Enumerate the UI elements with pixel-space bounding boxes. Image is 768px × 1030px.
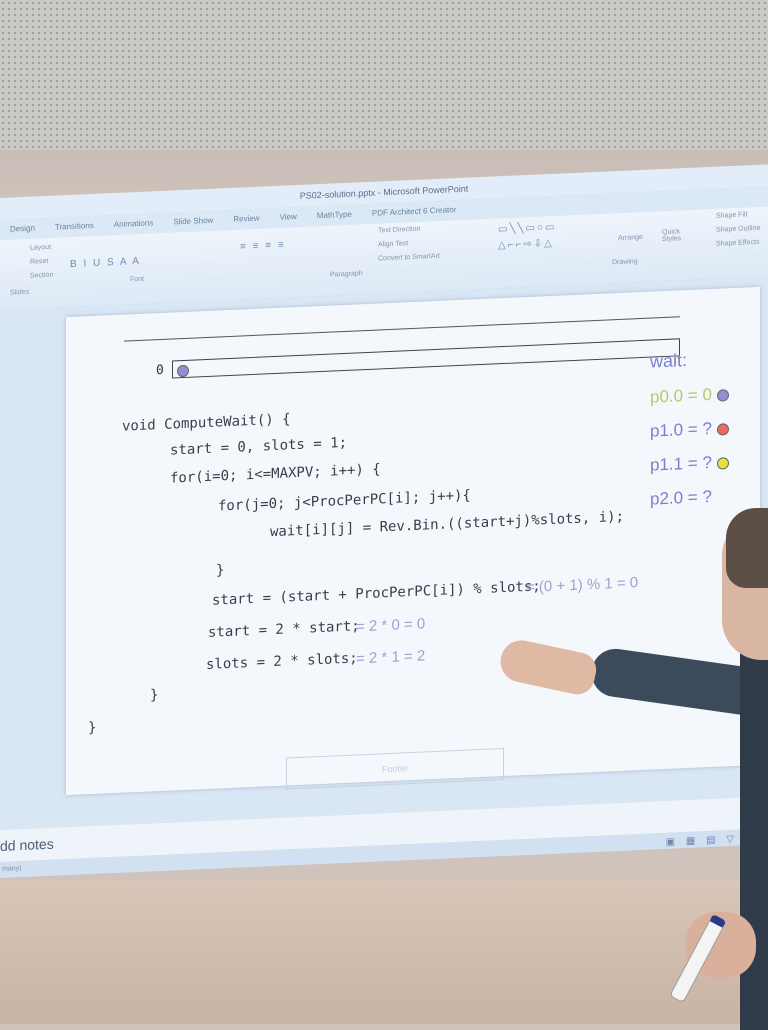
color-dot-icon bbox=[716, 422, 729, 436]
code-line: void ComputeWait() { bbox=[122, 411, 291, 435]
legend-item: p1.0 = ? bbox=[650, 418, 729, 441]
shapes-gallery-row2-icon[interactable]: △⌐⌐⇨⇩△ bbox=[498, 238, 554, 251]
paragraph-group-label: Paragraph bbox=[330, 270, 363, 279]
code-line: start = 0, slots = 1; bbox=[170, 434, 348, 459]
presenter-hair bbox=[726, 508, 768, 588]
presenter-body bbox=[740, 650, 768, 1030]
code-line: } bbox=[88, 719, 97, 737]
tab-animations[interactable]: Animations bbox=[114, 213, 154, 235]
quick-styles-button[interactable]: Quick Styles bbox=[662, 228, 692, 243]
divider-line bbox=[124, 316, 680, 342]
code-line: start = (start + ProcPerPC[i]) % slots; bbox=[212, 578, 541, 609]
code-line: start = 2 * start; bbox=[208, 618, 360, 641]
code-line: for(j=0; j<ProcPerPC[i]; j++){ bbox=[218, 487, 471, 515]
view-buttons-icon[interactable]: ▣ ▦ ▤ ▽ bbox=[666, 832, 738, 851]
code-line: } bbox=[150, 687, 159, 704]
code-line: } bbox=[216, 562, 225, 579]
drawing-group-label: Drawing bbox=[612, 258, 638, 267]
shapes-gallery-icon[interactable]: ▭╲╲▭○▭ bbox=[498, 222, 556, 236]
wall-lower bbox=[0, 880, 768, 1024]
tab-view[interactable]: View bbox=[280, 207, 297, 228]
legend-title: wait: bbox=[650, 350, 688, 372]
slides-group-label: Slides bbox=[10, 288, 30, 297]
wait-bar bbox=[172, 338, 680, 379]
shape-outline-button[interactable]: Shape Outline bbox=[716, 225, 760, 234]
bar-zero-label: 0 bbox=[156, 362, 164, 379]
color-dot-icon bbox=[716, 456, 729, 470]
section-button[interactable]: Section bbox=[30, 272, 53, 280]
tab-mathtype[interactable]: MathType bbox=[317, 205, 352, 227]
bar-dot-icon bbox=[177, 364, 189, 378]
arrange-button[interactable]: Arrange bbox=[618, 234, 643, 242]
annotation: = 2 * 1 = 2 bbox=[356, 647, 426, 668]
convert-smartart-button[interactable]: Convert to SmartArt bbox=[378, 253, 440, 263]
shape-fill-button[interactable]: Shape Fill bbox=[716, 211, 747, 219]
tab-transitions[interactable]: Transitions bbox=[55, 216, 94, 238]
layout-button[interactable]: Layout bbox=[30, 244, 51, 252]
projected-screen: PS02-solution.pptx - Microsoft PowerPoin… bbox=[0, 106, 768, 900]
color-dot-icon bbox=[716, 388, 729, 402]
code-line: for(i=0; i<=MAXPV; i++) { bbox=[170, 461, 381, 487]
legend-item: p0.0 = 0 bbox=[650, 384, 729, 407]
code-line: slots = 2 * slots; bbox=[206, 650, 358, 674]
legend-item: p1.1 = ? bbox=[650, 452, 729, 475]
legend-item: p2.0 = ? bbox=[650, 486, 712, 509]
shape-effects-button[interactable]: Shape Effects bbox=[716, 239, 759, 248]
font-group-label: Font bbox=[130, 275, 145, 284]
slide-canvas[interactable]: 0 void ComputeWait() { start = 0, slots … bbox=[66, 286, 760, 796]
align-text-button[interactable]: Align Text bbox=[378, 240, 408, 248]
tab-review[interactable]: Review bbox=[233, 209, 259, 230]
tab-slide-show[interactable]: Slide Show bbox=[173, 211, 213, 233]
font-format-icons[interactable]: B I U S A A bbox=[70, 256, 141, 270]
text-direction-button[interactable]: Text Direction bbox=[378, 226, 420, 235]
code-line: wait[i][j] = Rev.Bin.((start+j)%slots, i… bbox=[270, 508, 625, 541]
annotation: = (0 + 1) % 1 = 0 bbox=[526, 574, 639, 597]
paragraph-format-icons[interactable]: ≡ ≡ ≡ ≡ bbox=[240, 240, 286, 253]
tab-design[interactable]: Design bbox=[10, 218, 35, 239]
status-language: many) bbox=[2, 865, 22, 873]
reset-button[interactable]: Reset bbox=[30, 258, 48, 266]
annotation: = 2 * 0 = 0 bbox=[356, 615, 426, 636]
